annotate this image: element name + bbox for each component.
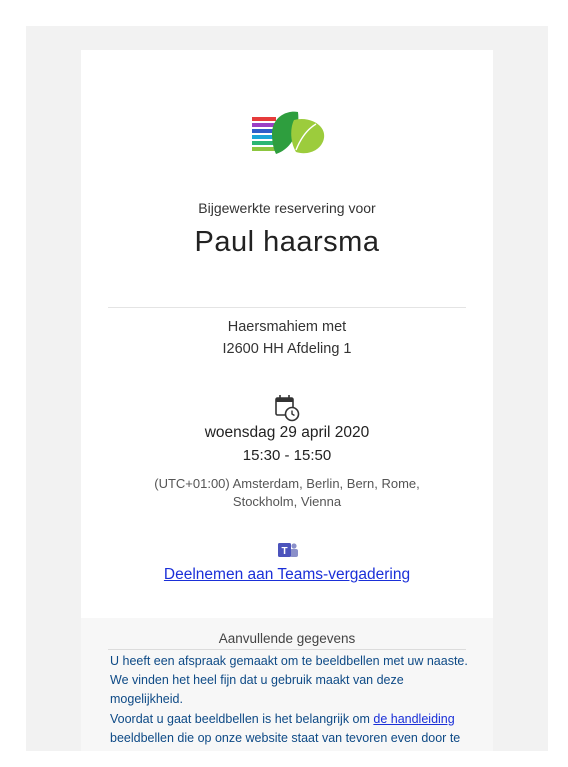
manual-link[interactable]: de handleiding [373, 712, 454, 726]
svg-text:T: T [281, 546, 287, 557]
additional-info-paragraph-2-start: Voordat u gaat beeldbellen is het belang… [110, 711, 374, 726]
location-line-1: Haersmahiem met [227, 319, 347, 335]
additional-info-paragraph-1: U heeft een afspraak gemaakt om te beeld… [110, 654, 468, 707]
appointment-date: woensdag 29 april 2020 [204, 424, 370, 441]
additional-info-divider [108, 649, 466, 650]
additional-info-paragraph-2-end: beeldbellen die op onze website staat va… [110, 730, 461, 751]
reservation-card: Bijgewerkte reservering voor Paul haarsm… [81, 50, 493, 751]
organization-logo [252, 111, 325, 154]
reservation-subtitle: Bijgewerkte reservering voor [198, 200, 376, 216]
calendar-clock-icon [275, 395, 300, 422]
location-line-2: I2600 HH Afdeling 1 [222, 341, 352, 357]
timezone-text: (UTC+01:00) Amsterdam, Berlin, Bern, Rom… [154, 476, 420, 509]
join-teams-meeting-link[interactable]: Deelnemen aan Teams-vergadering [81, 566, 493, 584]
email-background: Bijgewerkte reservering voor Paul haarsm… [26, 26, 548, 751]
additional-info-body: U heeft een afspraak gemaakt om te beeld… [110, 652, 470, 751]
additional-info-title: Aanvullende gegevens [218, 631, 356, 646]
appointment-time: 15:30 - 15:50 [242, 447, 332, 464]
divider [108, 307, 466, 308]
guest-name: Paul haarsma [194, 226, 380, 258]
teams-icon: T [278, 543, 298, 557]
additional-info-section: Aanvullende gegevens U heeft een afspraa… [81, 618, 493, 751]
